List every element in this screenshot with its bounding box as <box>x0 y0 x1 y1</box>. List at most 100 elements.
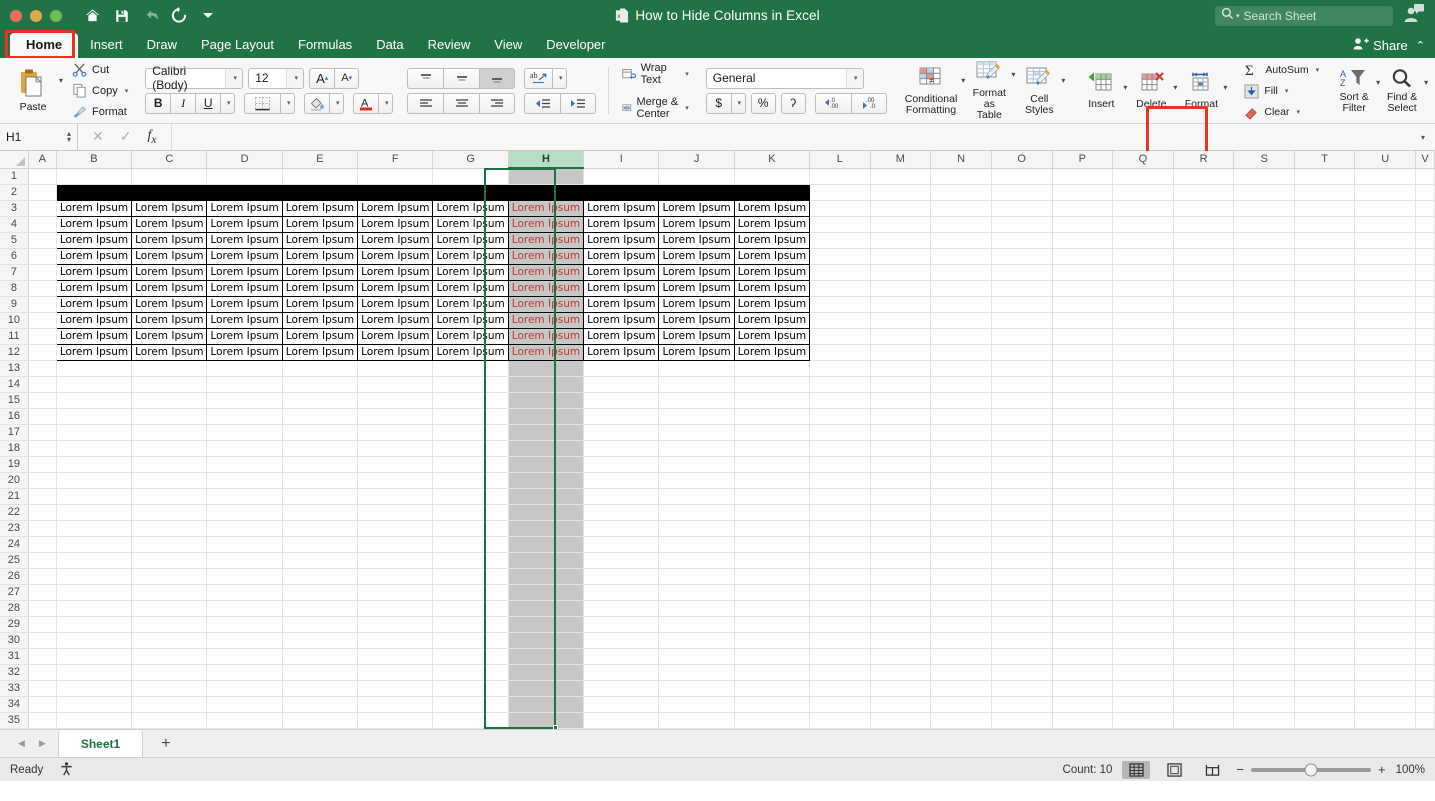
cell-Q15[interactable] <box>1113 392 1174 408</box>
cell-O7[interactable] <box>991 264 1052 280</box>
cell-D2[interactable] <box>207 184 282 200</box>
cell-R18[interactable] <box>1173 440 1234 456</box>
cell-C35[interactable] <box>132 712 207 728</box>
cell-K31[interactable] <box>734 648 809 664</box>
cell-S20[interactable] <box>1234 472 1295 488</box>
cell-C1[interactable] <box>132 168 207 184</box>
cell-B36[interactable] <box>56 728 131 729</box>
cell-S24[interactable] <box>1234 536 1295 552</box>
cell-E32[interactable] <box>282 664 357 680</box>
cell-M36[interactable] <box>870 728 931 729</box>
cell-B15[interactable] <box>56 392 131 408</box>
cell-V28[interactable] <box>1416 600 1435 616</box>
cell-V34[interactable] <box>1416 696 1435 712</box>
cell-H21[interactable] <box>508 488 583 504</box>
cell-L22[interactable] <box>810 504 870 520</box>
row-header-19[interactable]: 19 <box>0 456 28 472</box>
cell-P35[interactable] <box>1052 712 1113 728</box>
cell-T16[interactable] <box>1294 408 1355 424</box>
cell-C14[interactable] <box>132 376 207 392</box>
cell-R27[interactable] <box>1173 584 1234 600</box>
cell-U9[interactable] <box>1355 296 1416 312</box>
cell-F18[interactable] <box>358 440 433 456</box>
cell-E2[interactable] <box>282 184 357 200</box>
fill-color-icon[interactable] <box>304 93 329 114</box>
paste-button[interactable]: Paste <box>7 66 59 115</box>
cell-D22[interactable] <box>207 504 282 520</box>
row-header-14[interactable]: 14 <box>0 376 28 392</box>
cell-E21[interactable] <box>282 488 357 504</box>
cell-Q28[interactable] <box>1113 600 1174 616</box>
cell-C21[interactable] <box>132 488 207 504</box>
italic-button[interactable]: I <box>170 93 195 114</box>
autosum-dropdown-icon[interactable]: ▾ <box>1316 66 1320 74</box>
column-header-Q[interactable]: Q <box>1113 151 1174 168</box>
cell-S32[interactable] <box>1234 664 1295 680</box>
cell-E23[interactable] <box>282 520 357 536</box>
cell-F19[interactable] <box>358 456 433 472</box>
cell-Q24[interactable] <box>1113 536 1174 552</box>
cell-I17[interactable] <box>584 424 659 440</box>
cell-V6[interactable] <box>1416 248 1435 264</box>
cell-A15[interactable] <box>28 392 56 408</box>
cell-K7[interactable]: Lorem Ipsum <box>734 264 809 280</box>
conditional-formatting-dropdown-icon[interactable]: ▾ <box>961 76 965 85</box>
cell-D27[interactable] <box>207 584 282 600</box>
cell-E25[interactable] <box>282 552 357 568</box>
tab-formulas[interactable]: Formulas <box>286 33 364 58</box>
cell-D25[interactable] <box>207 552 282 568</box>
cell-O33[interactable] <box>991 680 1052 696</box>
cell-T29[interactable] <box>1294 616 1355 632</box>
normal-view-icon[interactable] <box>1122 761 1150 779</box>
cell-N6[interactable] <box>931 248 992 264</box>
cell-J20[interactable] <box>659 472 734 488</box>
cell-C29[interactable] <box>132 616 207 632</box>
cell-U17[interactable] <box>1355 424 1416 440</box>
cell-V24[interactable] <box>1416 536 1435 552</box>
column-header-C[interactable]: C <box>132 151 207 168</box>
cell-C12[interactable]: Lorem Ipsum <box>132 344 207 360</box>
cell-Q31[interactable] <box>1113 648 1174 664</box>
cell-J23[interactable] <box>659 520 734 536</box>
cell-K23[interactable] <box>734 520 809 536</box>
cell-F31[interactable] <box>358 648 433 664</box>
cell-A30[interactable] <box>28 632 56 648</box>
cell-U5[interactable] <box>1355 232 1416 248</box>
cell-S30[interactable] <box>1234 632 1295 648</box>
cell-P14[interactable] <box>1052 376 1113 392</box>
cell-Q20[interactable] <box>1113 472 1174 488</box>
cell-B14[interactable] <box>56 376 131 392</box>
cell-S19[interactable] <box>1234 456 1295 472</box>
cell-L18[interactable] <box>810 440 870 456</box>
cell-L23[interactable] <box>810 520 870 536</box>
cell-I36[interactable] <box>584 728 659 729</box>
cell-R13[interactable] <box>1173 360 1234 376</box>
row-header-7[interactable]: 7 <box>0 264 28 280</box>
cell-F35[interactable] <box>358 712 433 728</box>
cell-M23[interactable] <box>870 520 931 536</box>
row-header-24[interactable]: 24 <box>0 536 28 552</box>
cell-E10[interactable]: Lorem Ipsum <box>282 312 357 328</box>
merge-center-button[interactable]: Merge & Center ▾ <box>619 95 692 121</box>
column-header-E[interactable]: E <box>282 151 357 168</box>
cell-V3[interactable] <box>1416 200 1435 216</box>
cell-A24[interactable] <box>28 536 56 552</box>
cell-A35[interactable] <box>28 712 56 728</box>
cell-H19[interactable] <box>508 456 583 472</box>
cell-L11[interactable] <box>810 328 870 344</box>
row-header-34[interactable]: 34 <box>0 696 28 712</box>
cell-N30[interactable] <box>931 632 992 648</box>
cell-G18[interactable] <box>433 440 508 456</box>
cell-M1[interactable] <box>870 168 931 184</box>
cell-S9[interactable] <box>1234 296 1295 312</box>
cell-J24[interactable] <box>659 536 734 552</box>
cell-styles-button[interactable]: CellStyles ▾ <box>1017 64 1065 118</box>
cell-N33[interactable] <box>931 680 992 696</box>
number-format-dropdown-icon[interactable]: ▾ <box>846 69 863 88</box>
cell-D18[interactable] <box>207 440 282 456</box>
cell-Q13[interactable] <box>1113 360 1174 376</box>
cell-H32[interactable] <box>508 664 583 680</box>
cell-O25[interactable] <box>991 552 1052 568</box>
cell-C15[interactable] <box>132 392 207 408</box>
cell-M13[interactable] <box>870 360 931 376</box>
